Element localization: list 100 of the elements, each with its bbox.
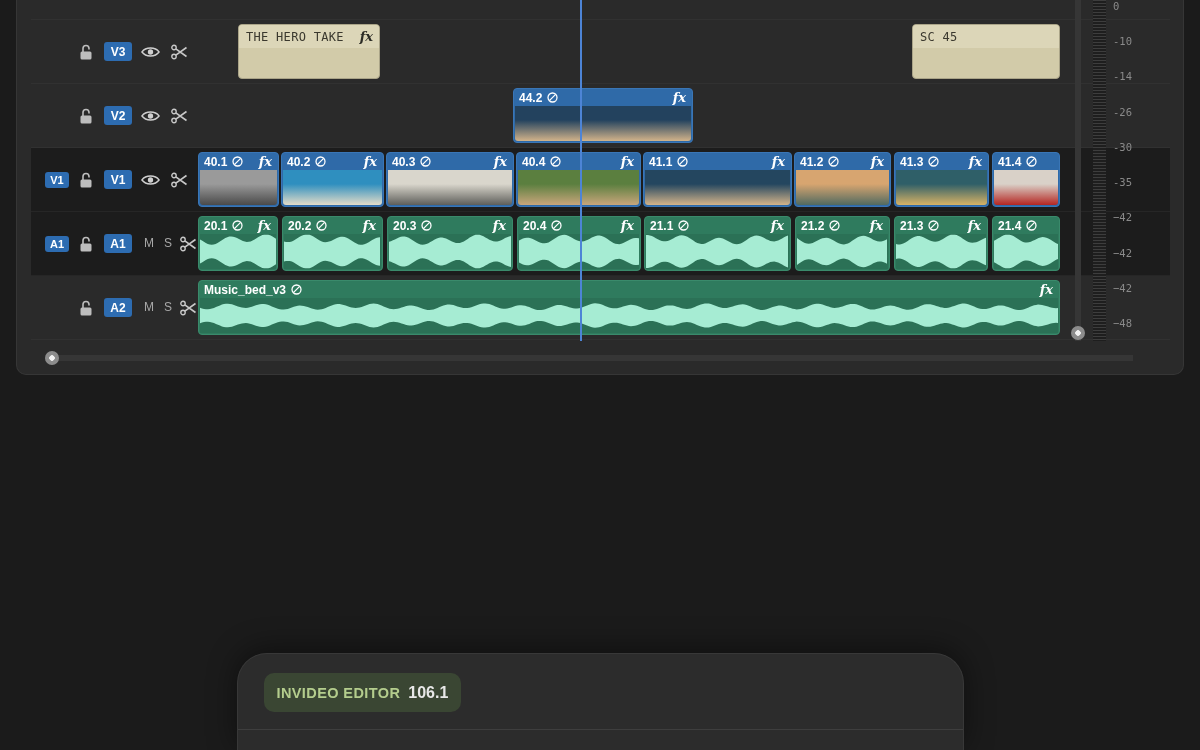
- fx-label[interactable]: fx: [770, 218, 784, 233]
- track-label[interactable]: A2: [104, 298, 132, 317]
- fx-label[interactable]: fx: [967, 218, 981, 233]
- circle-slash-icon: [232, 220, 244, 231]
- audio-clip[interactable]: 21.3 fx: [894, 216, 988, 271]
- track-label[interactable]: V2: [104, 106, 132, 125]
- fx-label[interactable]: fx: [672, 90, 686, 105]
- solo-button[interactable]: S: [163, 300, 173, 315]
- clip-name: 40.3: [392, 154, 416, 169]
- circle-slash-icon: [316, 220, 328, 231]
- photo-placeholder: [994, 170, 1058, 205]
- clip-name: 41.3: [900, 154, 924, 169]
- fx-label[interactable]: fx: [771, 154, 785, 169]
- circle-slash-icon: [551, 220, 563, 231]
- circle-slash-icon: [1026, 156, 1038, 167]
- audio-clip[interactable]: 21.1 fx: [644, 216, 791, 271]
- fx-label[interactable]: fx: [870, 154, 884, 169]
- scissors-icon[interactable]: [171, 43, 187, 60]
- fx-label[interactable]: fx: [257, 218, 271, 233]
- audio-clip[interactable]: 20.3 fx: [387, 216, 513, 271]
- source-patch[interactable]: A1: [45, 235, 69, 252]
- eye-icon[interactable]: [141, 45, 160, 58]
- circle-slash-icon: [677, 156, 689, 167]
- scissors-icon[interactable]: [180, 235, 196, 252]
- video-clip[interactable]: 40.1 fx: [198, 152, 279, 207]
- audio-clip[interactable]: 20.1 fx: [198, 216, 278, 271]
- audio-clip[interactable]: 20.4 fx: [517, 216, 641, 271]
- clip-name: SC 45: [920, 29, 958, 44]
- clip-name: 40.4: [522, 154, 546, 169]
- clip-name: 20.4: [523, 218, 547, 233]
- audio-clip[interactable]: 21.2 fx: [795, 216, 890, 271]
- fx-label[interactable]: fx: [363, 154, 377, 169]
- circle-slash-icon: [420, 156, 432, 167]
- video-clip[interactable]: 41.4: [992, 152, 1060, 207]
- clip-name: 41.4: [998, 154, 1022, 169]
- fx-label[interactable]: fx: [258, 154, 272, 169]
- clip-name: 21.4: [998, 218, 1022, 233]
- clip-name: 44.2: [519, 90, 543, 105]
- fx-label[interactable]: fx: [1039, 282, 1053, 297]
- source-patch[interactable]: V1: [45, 171, 69, 188]
- clip-name: 41.2: [800, 154, 824, 169]
- track-label[interactable]: A1: [104, 234, 132, 253]
- fx-label[interactable]: fx: [362, 218, 376, 233]
- video-clip[interactable]: 40.4 fx: [516, 152, 641, 207]
- meter-scale-label: -14: [1113, 70, 1132, 83]
- video-clip[interactable]: 41.1 fx: [643, 152, 792, 207]
- clip-name: 21.2: [801, 218, 825, 233]
- circle-slash-icon: [928, 220, 940, 231]
- scissors-icon[interactable]: [171, 107, 187, 124]
- circle-slash-icon: [291, 284, 303, 295]
- circle-slash-icon: [828, 156, 840, 167]
- audio-clip[interactable]: Music_bed_v3 fx: [198, 280, 1060, 335]
- scissors-icon[interactable]: [171, 171, 187, 188]
- meter-scale-label: −48: [1113, 316, 1132, 329]
- eye-icon[interactable]: [141, 109, 160, 122]
- meter-scale-label: -35: [1113, 176, 1132, 189]
- title-clip[interactable]: THE HERO TAKE fx: [238, 24, 380, 79]
- meter-scale-label: −42: [1113, 211, 1132, 224]
- scroll-thumb[interactable]: [45, 351, 59, 365]
- video-clip[interactable]: 40.2 fx: [281, 152, 384, 207]
- clip-name: 20.2: [288, 218, 312, 233]
- fx-label[interactable]: fx: [492, 218, 506, 233]
- video-clip[interactable]: 41.3 fx: [894, 152, 989, 207]
- padlock-icon[interactable]: [80, 299, 92, 316]
- video-clip[interactable]: 44.2 fx: [513, 88, 693, 143]
- fx-label[interactable]: fx: [493, 154, 507, 169]
- track-label[interactable]: V1: [104, 170, 132, 189]
- mute-button[interactable]: M: [143, 300, 155, 315]
- clip-name: 41.1: [649, 154, 673, 169]
- audio-clip[interactable]: 21.4: [992, 216, 1060, 271]
- fx-label[interactable]: fx: [359, 29, 373, 44]
- circle-slash-icon: [678, 220, 690, 231]
- circle-slash-icon: [1026, 220, 1038, 231]
- circle-slash-icon: [421, 220, 433, 231]
- mute-button[interactable]: M: [143, 236, 155, 251]
- scissors-icon[interactable]: [180, 299, 196, 316]
- padlock-icon[interactable]: [80, 171, 92, 188]
- padlock-icon[interactable]: [80, 43, 92, 60]
- clip-name: 21.1: [650, 218, 674, 233]
- padlock-icon[interactable]: [80, 107, 92, 124]
- circle-slash-icon: [829, 220, 841, 231]
- circle-slash-icon: [928, 156, 940, 167]
- circle-slash-icon: [547, 92, 559, 103]
- solo-button[interactable]: S: [163, 236, 173, 251]
- fx-label[interactable]: fx: [620, 154, 634, 169]
- meter-scale-label: −42: [1113, 246, 1132, 259]
- fx-label[interactable]: fx: [620, 218, 634, 233]
- fx-label[interactable]: fx: [968, 154, 982, 169]
- circle-slash-icon: [315, 156, 327, 167]
- meter-scale-label: -10: [1113, 35, 1132, 48]
- padlock-icon[interactable]: [80, 235, 92, 252]
- video-clip[interactable]: 41.2 fx: [794, 152, 891, 207]
- version-number: 106.1: [408, 683, 449, 702]
- clip-name: THE HERO TAKE: [246, 29, 344, 44]
- video-clip[interactable]: 40.3 fx: [386, 152, 514, 207]
- eye-icon[interactable]: [141, 173, 160, 186]
- audio-clip[interactable]: 20.2 fx: [282, 216, 383, 271]
- track-label[interactable]: V3: [104, 42, 132, 61]
- fx-label[interactable]: fx: [869, 218, 883, 233]
- title-clip[interactable]: SC 45: [912, 24, 1060, 79]
